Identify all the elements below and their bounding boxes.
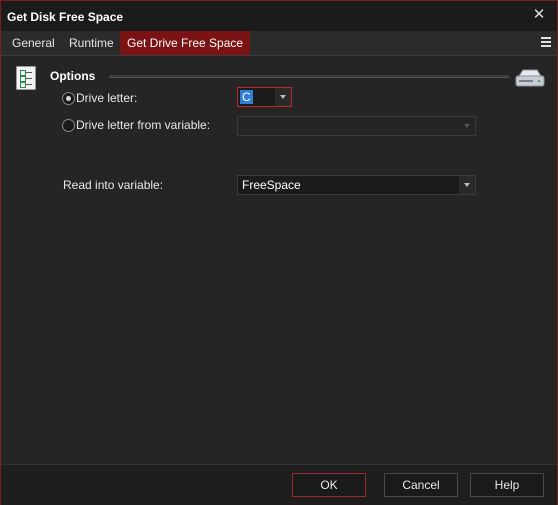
section-divider [109,75,509,78]
cancel-button[interactable]: Cancel [384,473,458,497]
drive-letter-select[interactable]: C [237,87,292,107]
tab-runtime[interactable]: Runtime [62,31,121,55]
dialog-window: Get Disk Free Space ✕ General Runtime Ge… [0,0,558,505]
tab-get-drive-free-space[interactable]: Get Drive Free Space [120,31,251,55]
options-panel: Options Drive letter: C Drive letter fro… [3,56,555,464]
tab-general[interactable]: General [5,31,62,55]
tab-bar: General Runtime Get Drive Free Space [1,31,557,56]
drive-letter-radio[interactable] [62,92,75,105]
drive-letter-variable-value [240,119,244,133]
options-section-title: Options [50,69,96,83]
close-icon[interactable]: ✕ [531,7,547,23]
drive-letter-variable-select[interactable] [237,116,476,136]
title-bar: Get Disk Free Space ✕ [1,1,557,31]
chevron-down-icon[interactable] [459,117,475,135]
drive-letter-from-variable-label: Drive letter from variable: [76,118,211,132]
read-into-variable-label: Read into variable: [63,178,164,192]
read-into-variable-value: FreeSpace [242,178,301,192]
checklist-icon [16,66,36,90]
chevron-down-icon[interactable] [275,88,291,106]
hard-drive-icon [515,69,545,87]
ok-button[interactable]: OK [292,473,366,497]
drive-letter-from-variable-radio[interactable] [62,119,75,132]
dialog-footer: OK Cancel Help [1,464,557,505]
help-button[interactable]: Help [470,473,544,497]
chevron-down-icon[interactable] [459,176,475,194]
read-into-variable-select[interactable]: FreeSpace [237,175,476,195]
drive-letter-label: Drive letter: [76,91,138,105]
window-title: Get Disk Free Space [7,10,124,24]
tab-menu-icon[interactable] [541,37,551,49]
drive-letter-value: C [240,90,253,104]
